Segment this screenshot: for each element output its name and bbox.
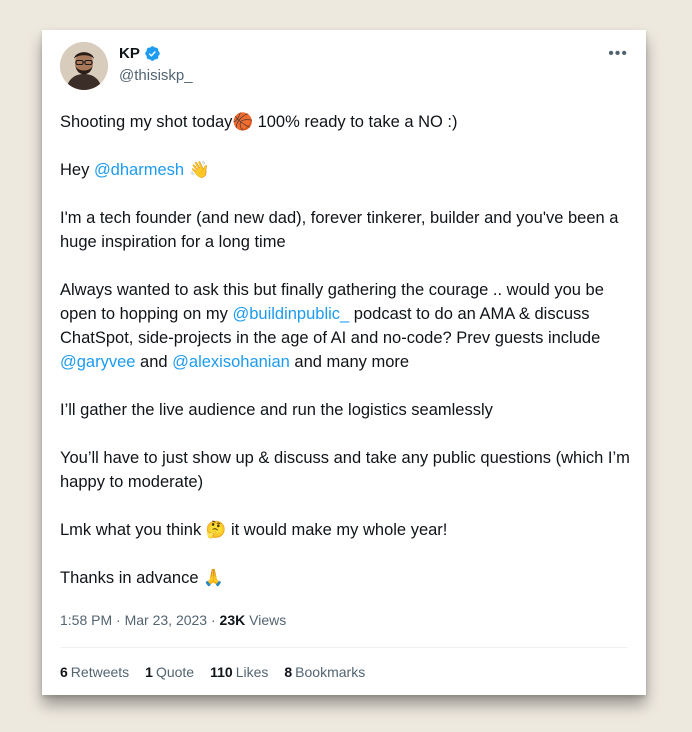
tweet-paragraph-5: I’ll gather the live audience and run th…: [60, 401, 493, 419]
bookmarks-label: Bookmarks: [295, 664, 366, 680]
views-count: 23K: [219, 612, 246, 628]
verified-badge-icon: [145, 46, 160, 61]
tweet-paragraph-3: I'm a tech founder (and new dad), foreve…: [60, 209, 619, 251]
bookmarks-stat[interactable]: 8 Bookmarks: [284, 664, 365, 680]
retweets-count: 6: [60, 664, 68, 680]
avatar-photo-icon: [60, 42, 108, 90]
quotes-label: Quote: [155, 664, 195, 680]
tweet-paragraph-1: Shooting my shot today🏀 100% ready to ta…: [60, 110, 635, 134]
mention-link-garyvee[interactable]: @garyvee: [60, 353, 135, 371]
divider: [60, 647, 628, 648]
text-segment: it would make my whole year!: [226, 521, 448, 539]
basketball-emoji-icon: 🏀: [232, 112, 253, 131]
mention-link-dharmesh[interactable]: @dharmesh: [94, 161, 184, 179]
text-segment: Lmk what you think: [60, 521, 206, 539]
engagement-stats: 6 Retweets 1 Quote 110 Likes 8 Bookmarks: [60, 664, 365, 680]
tweet-text: Shooting my shot today🏀 100% ready to ta…: [60, 110, 635, 614]
thinking-face-emoji-icon: 🤔: [205, 520, 227, 539]
author-name-row: KP: [119, 45, 161, 62]
more-options-icon[interactable]: •••: [608, 46, 628, 62]
author-handle[interactable]: @thisiskp_: [119, 67, 193, 84]
text-segment: Thanks in advance: [60, 569, 204, 587]
mention-link-alexisohanian[interactable]: @alexisohanian: [172, 353, 290, 371]
likes-count: 110: [210, 664, 233, 680]
tweet-date[interactable]: Mar 23, 2023: [125, 612, 208, 628]
text-segment: and many more: [289, 353, 410, 371]
quotes-stat[interactable]: 1 Quote: [145, 664, 194, 680]
retweets-label: Retweets: [70, 664, 130, 680]
separator: ·: [112, 612, 125, 628]
tweet-card: KP @thisiskp_ ••• Shooting my shot today…: [42, 30, 646, 695]
likes-label: Likes: [235, 664, 269, 680]
tweet-paragraph-8: Thanks in advance 🙏: [60, 566, 635, 590]
tweet-time[interactable]: 1:58 PM: [60, 612, 112, 628]
tweet-paragraph-4: Always wanted to ask this but finally ga…: [60, 278, 635, 374]
tweet-metadata: 1:58 PM · Mar 23, 2023 · 23K Views: [60, 612, 286, 628]
likes-stat[interactable]: 110 Likes: [210, 664, 268, 680]
tweet-paragraph-2: Hey @dharmesh 👋: [60, 158, 635, 182]
separator: ·: [207, 612, 220, 628]
mention-link-buildinpublic[interactable]: @buildinpublic_: [232, 305, 349, 323]
text-segment: 100% ready to take a NO :): [252, 113, 458, 131]
folded-hands-emoji-icon: 🙏: [203, 568, 224, 587]
text-segment: and: [135, 353, 173, 371]
author-name[interactable]: KP: [119, 45, 140, 62]
quotes-count: 1: [145, 664, 153, 680]
author-avatar[interactable]: [60, 42, 108, 90]
tweet-paragraph-7: Lmk what you think 🤔 it would make my wh…: [60, 518, 635, 542]
text-segment: Shooting my shot today: [60, 113, 233, 131]
text-segment: Hey: [60, 161, 94, 179]
waving-hand-emoji-icon: 👋: [184, 160, 210, 179]
retweets-stat[interactable]: 6 Retweets: [60, 664, 129, 680]
bookmarks-count: 8: [284, 664, 293, 680]
views-label: Views: [245, 612, 287, 628]
tweet-paragraph-6: You’ll have to just show up & discuss an…: [60, 449, 630, 491]
